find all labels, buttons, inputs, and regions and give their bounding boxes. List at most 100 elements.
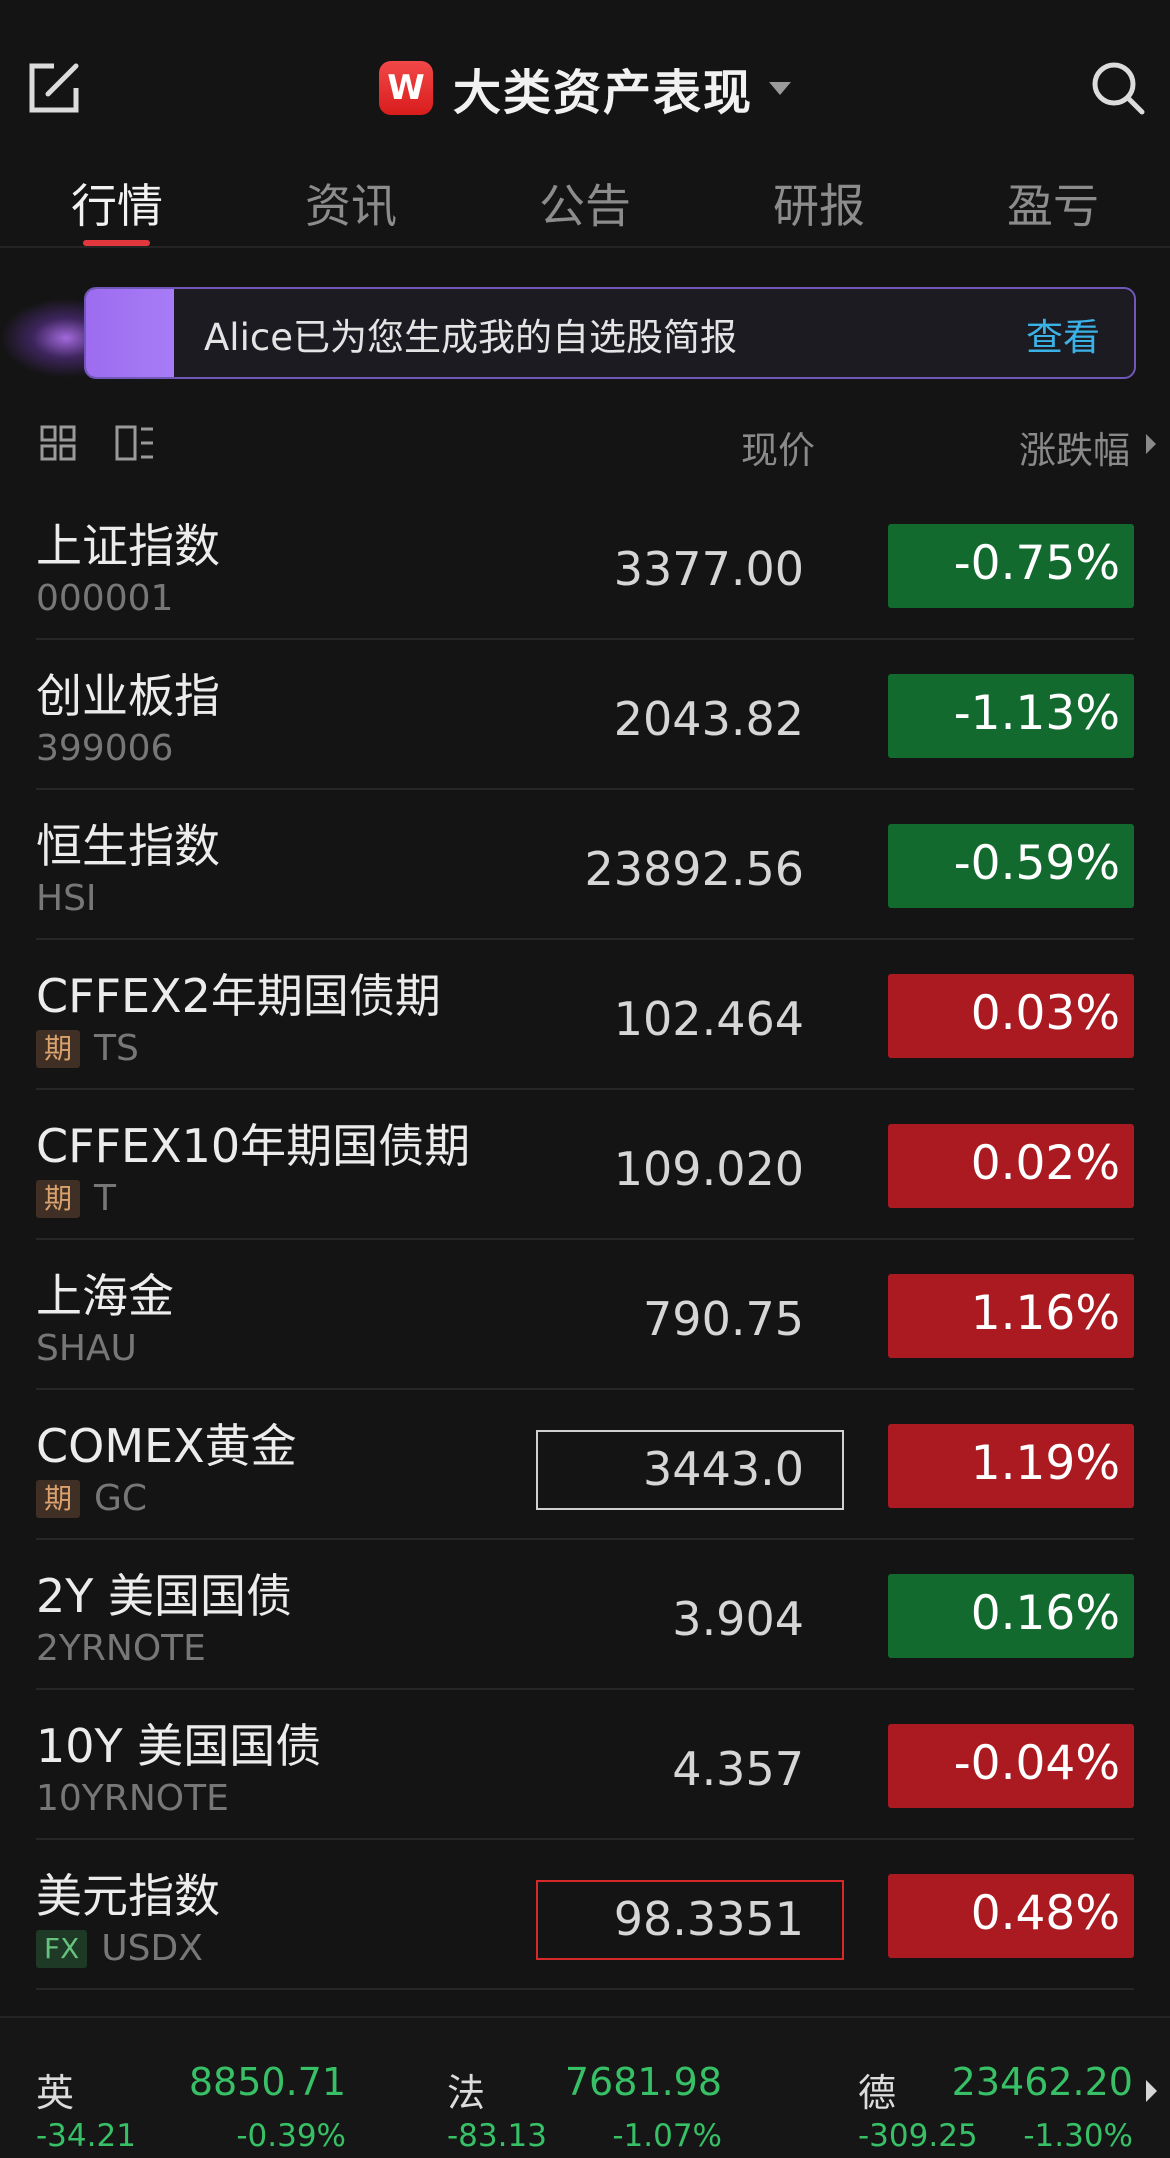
current-price: 102.464 — [613, 992, 804, 1046]
price-cell: 3443.0 — [536, 1430, 844, 1510]
security-code: TS — [94, 1028, 139, 1069]
price-cell: 3377.00 — [536, 530, 844, 610]
ticker-price: 7681.98 — [564, 2060, 722, 2104]
security-code: GC — [94, 1478, 148, 1519]
change-badge[interactable]: 0.03% — [888, 974, 1134, 1058]
change-badge[interactable]: 0.16% — [888, 1574, 1134, 1658]
price-cell: 102.464 — [536, 980, 844, 1060]
security-name: CFFEX10年期国债期 — [36, 1119, 471, 1173]
security-code-line: 2YRNOTE — [36, 1628, 206, 1669]
change-badge[interactable]: -0.75% — [888, 524, 1134, 608]
change-percent: -0.04% — [953, 1736, 1120, 1791]
brand-logo-icon: W — [378, 61, 433, 115]
current-price: 98.3351 — [613, 1892, 804, 1946]
ticker-change: -309.25 — [858, 2118, 978, 2154]
security-code-line: 10YRNOTE — [36, 1778, 229, 1819]
list-header — [0, 410, 1170, 480]
ticker-name: 德 — [858, 2071, 897, 2115]
ticker-percent: -1.07% — [612, 2118, 722, 2154]
quote-row[interactable]: CFFEX10年期国债期 期T 109.020 0.02% — [0, 1090, 1170, 1240]
price-cell: 4.357 — [536, 1730, 844, 1810]
current-price: 3.904 — [672, 1592, 804, 1646]
security-code: 000001 — [36, 578, 174, 619]
security-code-line: HSI — [36, 878, 97, 919]
ticker-item-germany[interactable]: 德 23462.20 -309.25 -1.30% — [858, 2018, 1133, 2158]
current-price: 109.020 — [613, 1142, 804, 1196]
split-view-icon[interactable] — [115, 425, 155, 461]
ticker-change: -34.21 — [36, 2118, 136, 2154]
quote-row[interactable]: 创业板指 399006 2043.82 -1.13% — [0, 640, 1170, 790]
ticker-next-icon[interactable] — [1146, 2080, 1157, 2102]
page-title: 大类资产表现 — [452, 65, 753, 121]
quote-row[interactable]: CFFEX2年期国债期 期 TS 102.464 0.03% — [0, 940, 1170, 1090]
security-code: 399006 — [36, 728, 174, 769]
change-percent: 0.02% — [970, 1136, 1120, 1191]
current-price: 3443.0 — [643, 1442, 804, 1496]
change-percent: -1.13% — [953, 686, 1120, 741]
ticker-percent: -0.39% — [236, 2118, 346, 2154]
ticker-item-france[interactable]: 法 7681.98 -83.13 -1.07% — [447, 2018, 747, 2158]
security-code-line: 399006 — [36, 728, 173, 769]
ticker-change: -83.13 — [447, 2118, 547, 2154]
fx-tag: FX — [36, 1929, 88, 1968]
current-price: 23892.56 — [584, 842, 805, 896]
grid-view-icon[interactable] — [40, 425, 76, 461]
view-link[interactable]: 查看 — [1026, 307, 1100, 361]
quote-row[interactable]: 美元指数 FX USDX 98.3351 0.48% — [0, 1840, 1170, 1990]
banner-accent — [86, 289, 174, 377]
banner-text: Alice已为您生成我的自选股简报 — [204, 316, 737, 359]
security-code: USDX — [101, 1928, 203, 1969]
price-cell: 23892.56 — [536, 830, 844, 910]
ticker-price: 8850.71 — [188, 2060, 346, 2104]
change-badge[interactable]: 0.02% — [888, 1124, 1134, 1208]
security-code-line: SHAU — [36, 1328, 137, 1369]
security-code: 2YRNOTE — [36, 1628, 206, 1669]
search-icon[interactable] — [1088, 58, 1148, 118]
quote-row[interactable]: 上海金 SHAU 790.75 1.16% — [0, 1240, 1170, 1390]
current-price: 4.357 — [672, 1742, 804, 1796]
price-column-header[interactable]: 现价 — [741, 420, 815, 474]
page-title-dropdown[interactable]: W 大类资产表现 — [0, 48, 1170, 128]
change-column-header[interactable]: 涨跌幅 — [1019, 420, 1130, 474]
current-price: 2043.82 — [613, 692, 804, 746]
change-badge[interactable]: -0.59% — [888, 824, 1134, 908]
quote-list: 上证指数 000001 3377.00 -0.75% 创业板指 399006 2… — [0, 490, 1170, 1990]
change-badge[interactable]: 1.19% — [888, 1424, 1134, 1508]
security-code: T — [94, 1178, 117, 1219]
tab-announcements[interactable]: 公告 — [468, 170, 702, 236]
security-code: 10YRNOTE — [36, 1778, 229, 1819]
security-name: 2Y 美国国债 — [36, 1569, 292, 1623]
change-badge[interactable]: -1.13% — [888, 674, 1134, 758]
security-code-line: FX USDX — [36, 1928, 203, 1969]
caret-right-icon[interactable] — [1146, 434, 1156, 454]
change-badge[interactable]: -0.04% — [888, 1724, 1134, 1808]
security-name: 上证指数 — [36, 519, 220, 573]
tab-market[interactable]: 行情 — [0, 170, 234, 236]
tab-research[interactable]: 研报 — [702, 170, 936, 236]
security-name: 创业板指 — [36, 669, 220, 723]
change-badge[interactable]: 0.48% — [888, 1874, 1134, 1958]
ticker-price: 23462.20 — [951, 2060, 1133, 2104]
change-percent: -0.75% — [953, 536, 1120, 591]
price-cell: 109.020 — [536, 1130, 844, 1210]
security-code-line: 期T — [36, 1178, 116, 1219]
tab-profit-loss[interactable]: 盈亏 — [936, 170, 1170, 236]
security-code: HSI — [36, 878, 97, 919]
quote-row[interactable]: 2Y 美国国债 2YRNOTE 3.904 0.16% — [0, 1540, 1170, 1690]
tab-news[interactable]: 资讯 — [234, 170, 468, 236]
ticker-item-uk[interactable]: 英 8850.71 -34.21 -0.39% — [36, 2018, 346, 2158]
futures-tag: 期 — [36, 1179, 81, 1218]
price-cell: 2043.82 — [536, 680, 844, 760]
price-cell: 3.904 — [536, 1580, 844, 1660]
global-index-ticker[interactable]: 英 8850.71 -34.21 -0.39% 法 7681.98 -83.13… — [0, 2016, 1170, 2158]
quote-row[interactable]: 10Y 美国国债 10YRNOTE 4.357 -0.04% — [0, 1690, 1170, 1840]
quote-row[interactable]: 上证指数 000001 3377.00 -0.75% — [0, 490, 1170, 640]
change-badge[interactable]: 1.16% — [888, 1274, 1134, 1358]
quote-row[interactable]: COMEX黄金 期 GC 3443.0 1.19% — [0, 1390, 1170, 1540]
security-code-line: 期 TS — [36, 1028, 139, 1069]
ai-briefing-banner[interactable]: Alice已为您生成我的自选股简报 查看 — [84, 287, 1136, 379]
security-name: COMEX黄金 — [36, 1419, 297, 1473]
quote-row[interactable]: 恒生指数 HSI 23892.56 -0.59% — [0, 790, 1170, 940]
ticker-percent: -1.30% — [1023, 2118, 1133, 2154]
caret-down-icon — [769, 81, 791, 95]
